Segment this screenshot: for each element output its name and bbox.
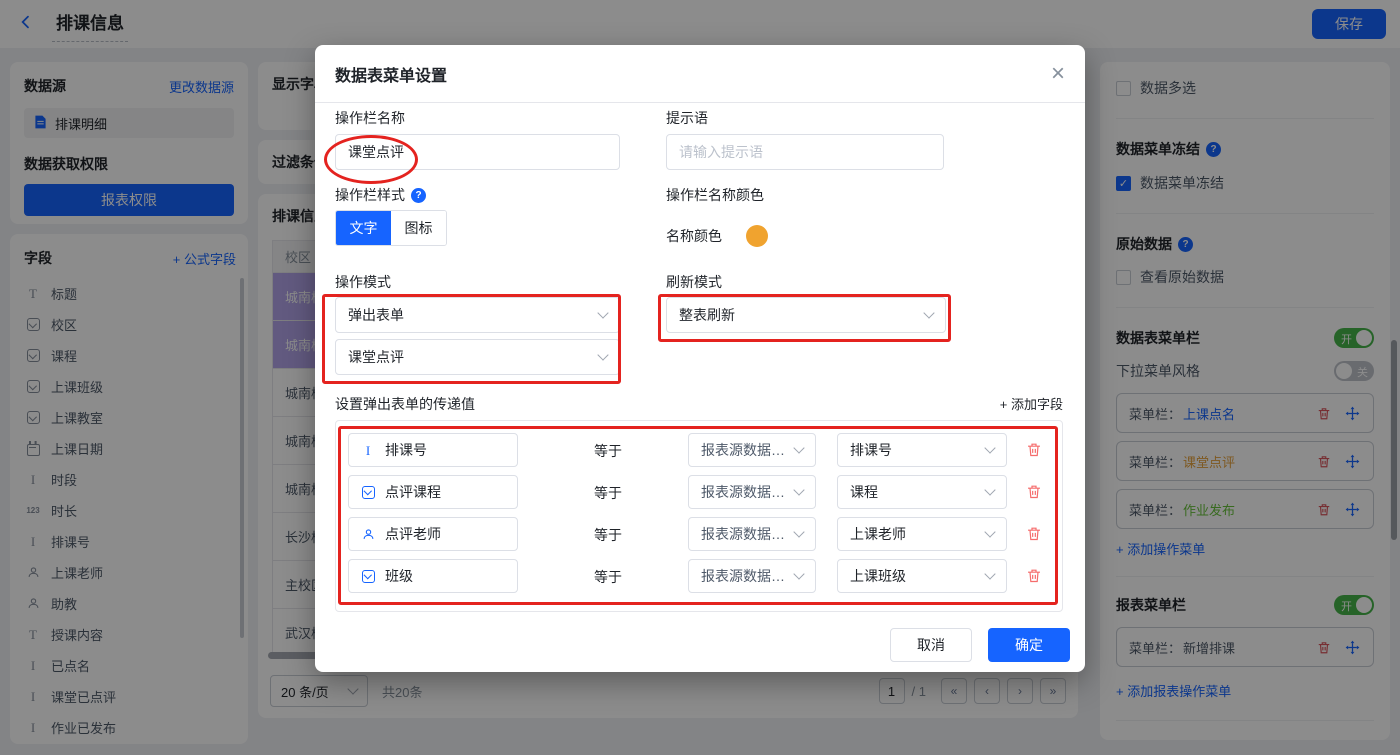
pass-values-label: 设置弹出表单的传递值 bbox=[335, 394, 475, 414]
param-source-select[interactable]: 报表源数据字... bbox=[688, 559, 816, 593]
chevron-down-icon bbox=[984, 484, 995, 495]
refresh-mode-select[interactable]: 整表刷新 bbox=[666, 297, 946, 333]
name-color-label: 名称颜色 bbox=[666, 226, 722, 246]
trash-icon[interactable] bbox=[1026, 483, 1042, 501]
chevron-down-icon bbox=[597, 349, 608, 360]
app-window: 排课信息 保存 数据源 更改数据源 排课明细 数据获取权限 报表权限 字段 + … bbox=[0, 0, 1400, 755]
chevron-down-icon bbox=[793, 526, 804, 537]
table-menu-settings-dialog: 数据表菜单设置 × 操作栏名称 提示语 操作栏样式 ? 文字 图标 操作栏名称颜… bbox=[315, 45, 1085, 672]
trash-icon[interactable] bbox=[1026, 441, 1042, 459]
action-mode-label: 操作模式 bbox=[335, 272, 391, 292]
chevron-down-icon bbox=[984, 442, 995, 453]
chevron-down-icon bbox=[984, 568, 995, 579]
param-source-select[interactable]: 报表源数据字... bbox=[688, 475, 816, 509]
param-source-select[interactable]: 报表源数据字... bbox=[688, 517, 816, 551]
text-field-icon: I bbox=[359, 444, 377, 457]
add-field-link[interactable]: + 添加字段 bbox=[1000, 394, 1063, 413]
param-field-select[interactable]: 课程 bbox=[837, 475, 1007, 509]
param-name-input[interactable]: I 排课号 bbox=[348, 433, 518, 467]
param-name-input[interactable]: 点评课程 bbox=[348, 475, 518, 509]
pass-values-group: I 排课号 等于 报表源数据字... 排课号 点评课程 等于 报表源数据字...… bbox=[335, 420, 1063, 612]
param-source-select[interactable]: 报表源数据字... bbox=[688, 433, 816, 467]
close-icon[interactable]: × bbox=[1051, 62, 1065, 86]
cancel-button[interactable]: 取消 bbox=[890, 628, 972, 662]
trash-icon[interactable] bbox=[1026, 525, 1042, 543]
chevron-down-icon bbox=[793, 442, 804, 453]
chevron-down-icon bbox=[984, 526, 995, 537]
param-field-select[interactable]: 上课班级 bbox=[837, 559, 1007, 593]
action-mode-select[interactable]: 弹出表单 bbox=[335, 297, 620, 333]
operator-label: 等于 bbox=[594, 483, 622, 503]
trash-icon[interactable] bbox=[1026, 567, 1042, 585]
action-style-label: 操作栏样式 bbox=[335, 185, 405, 205]
action-name-label: 操作栏名称 bbox=[335, 108, 405, 128]
operator-label: 等于 bbox=[594, 567, 622, 587]
tab-text-style[interactable]: 文字 bbox=[336, 211, 391, 245]
select-field-icon bbox=[359, 570, 377, 583]
select-field-icon bbox=[359, 486, 377, 499]
chevron-down-icon bbox=[923, 307, 934, 318]
tip-label: 提示语 bbox=[666, 108, 708, 128]
help-icon[interactable]: ? bbox=[411, 188, 426, 203]
chevron-down-icon bbox=[597, 307, 608, 318]
param-name-input[interactable]: 班级 bbox=[348, 559, 518, 593]
chevron-down-icon bbox=[793, 568, 804, 579]
dialog-title: 数据表菜单设置 bbox=[335, 62, 447, 86]
popup-form-select[interactable]: 课堂点评 bbox=[335, 339, 620, 375]
tip-input[interactable] bbox=[666, 134, 944, 170]
param-name-input[interactable]: 点评老师 bbox=[348, 517, 518, 551]
person-icon bbox=[359, 528, 377, 541]
param-field-select[interactable]: 上课老师 bbox=[837, 517, 1007, 551]
action-name-input[interactable] bbox=[335, 134, 620, 170]
tab-icon-style[interactable]: 图标 bbox=[391, 211, 446, 245]
name-color-section-label: 操作栏名称颜色 bbox=[666, 185, 764, 205]
operator-label: 等于 bbox=[594, 441, 622, 461]
color-swatch[interactable] bbox=[746, 225, 768, 247]
operator-label: 等于 bbox=[594, 525, 622, 545]
refresh-mode-label: 刷新模式 bbox=[666, 272, 722, 292]
confirm-button[interactable]: 确定 bbox=[988, 628, 1070, 662]
style-tab-group: 文字 图标 bbox=[335, 210, 447, 246]
param-field-select[interactable]: 排课号 bbox=[837, 433, 1007, 467]
chevron-down-icon bbox=[793, 484, 804, 495]
